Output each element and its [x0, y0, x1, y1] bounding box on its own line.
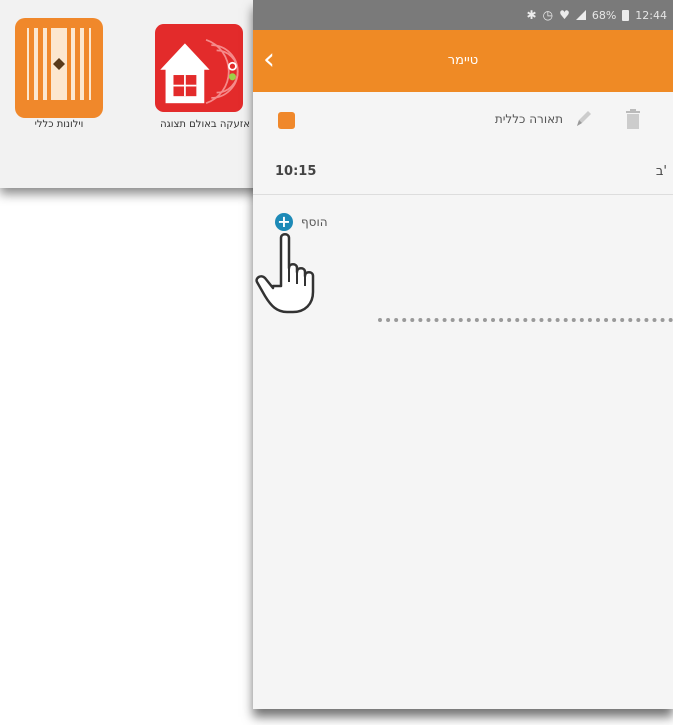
battery-percent: 68%	[591, 8, 617, 22]
timer-light-name: תאורה כללית	[494, 112, 563, 126]
add-label: הוסף	[301, 215, 328, 229]
schedule-row[interactable]: 10:15 ב'	[253, 150, 673, 195]
wifi-icon: ♥	[559, 8, 570, 22]
trash-icon[interactable]	[625, 109, 641, 129]
house-alarm-icon[interactable]	[155, 18, 243, 118]
dotted-guide-line	[378, 318, 673, 322]
color-swatch[interactable]	[278, 112, 295, 129]
tile-label-alarm: אזעקה באולם תצוגה	[160, 119, 250, 130]
bluetooth-icon: ✱	[526, 8, 537, 22]
tile-label-curtains: וילונות כללי	[34, 119, 84, 130]
alarm-clock-icon: ◷	[542, 8, 554, 22]
hand-pointer-icon	[255, 233, 315, 314]
status-time: 12:44	[635, 8, 667, 22]
status-bar: ✱ ◷ ♥ 68% 12:44	[253, 0, 673, 30]
schedule-time: 10:15	[275, 164, 317, 179]
curtains-icon[interactable]	[15, 18, 103, 118]
page-title: טיימר	[447, 53, 479, 68]
plus-circle-icon: +	[275, 213, 293, 231]
phone-screen: ✱ ◷ ♥ 68% 12:44 ‹ טיימר תאורה כללית 10:1…	[253, 0, 673, 709]
app-bar: ‹ טיימר	[253, 30, 673, 92]
pencil-icon[interactable]	[573, 108, 593, 130]
battery-icon	[622, 9, 630, 21]
schedule-day: ב'	[655, 164, 667, 179]
signal-icon	[575, 10, 586, 20]
timer-header-row: תאורה כללית	[253, 92, 673, 150]
